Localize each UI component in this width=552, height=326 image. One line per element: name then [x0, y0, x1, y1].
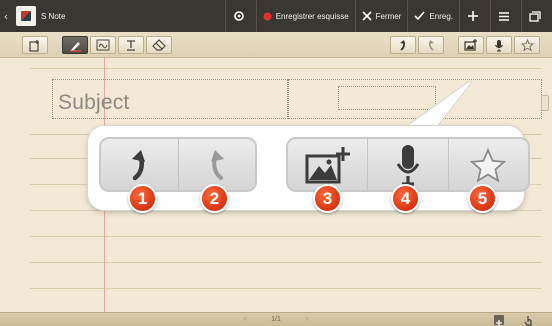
badge-5: 5 [468, 184, 497, 213]
bottom-bar: < 1/1 > [0, 312, 552, 326]
undo-icon [132, 149, 146, 180]
badge-3: 3 [313, 184, 342, 213]
badge-4: 4 [391, 184, 420, 213]
undo-button[interactable] [101, 139, 179, 190]
microphone-icon [396, 144, 420, 186]
badge-1: 1 [128, 184, 157, 213]
star-icon [470, 147, 507, 182]
redo-icon [210, 149, 224, 180]
redo-button[interactable] [179, 139, 256, 190]
page-navigator: < 1/1 > [0, 313, 552, 326]
hand-pointer-icon[interactable] [524, 314, 534, 326]
next-page-button[interactable]: > [305, 316, 309, 323]
image-add-icon [305, 146, 350, 183]
voice-record-button[interactable] [368, 139, 449, 190]
undo-redo-group [99, 137, 257, 192]
page-indicator: 1/1 [271, 316, 281, 323]
add-page-icon[interactable] [494, 315, 504, 326]
prev-page-button[interactable]: < [243, 316, 247, 323]
badge-2: 2 [200, 184, 229, 213]
favorite-button[interactable] [449, 139, 528, 190]
callout-zoom-panel: 1 2 3 4 5 [88, 126, 530, 213]
insert-image-button[interactable] [288, 139, 369, 190]
